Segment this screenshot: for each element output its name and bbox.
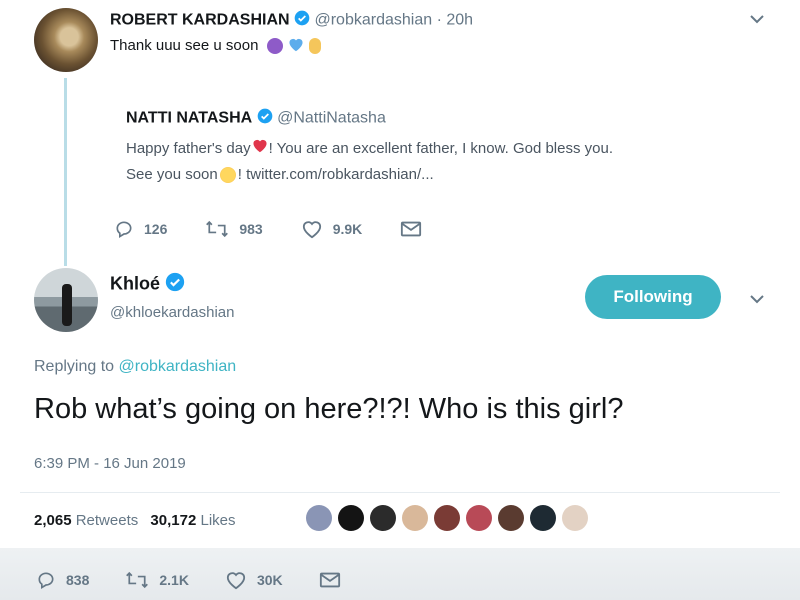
retweet-action[interactable]: 983 (205, 219, 263, 239)
smiling-face-emoji-icon (219, 167, 236, 184)
tweet-text-line2-b: ! twitter.com/robkardashian/... (237, 166, 434, 184)
message-action[interactable] (319, 570, 341, 590)
retweet-count: 983 (239, 221, 263, 237)
liker-avatar[interactable] (466, 505, 492, 531)
retweet-count: 2.1K (159, 572, 189, 588)
retweet-icon (126, 571, 149, 589)
envelope-icon (319, 572, 340, 588)
tweet-text-line1-a: Happy father's day (126, 140, 251, 157)
reply-icon (38, 572, 54, 589)
tweet-time[interactable]: · 20h (437, 12, 473, 29)
reply-icon (116, 221, 132, 238)
author-handle[interactable]: @NattiNatasha (277, 110, 386, 127)
replying-prefix: Replying to (34, 358, 115, 375)
liker-avatar[interactable] (498, 505, 524, 531)
reply-action[interactable]: 126 (114, 219, 167, 239)
message-action[interactable] (400, 219, 422, 239)
liker-avatar[interactable] (306, 505, 332, 531)
liker-avatar[interactable] (562, 505, 588, 531)
avatar-robert[interactable] (34, 8, 98, 72)
author-name[interactable]: ROBERT KARDASHIAN (110, 12, 290, 29)
retweet-action[interactable]: 2.1K (125, 570, 189, 590)
likes-label: Likes (200, 512, 236, 529)
quoted-tweet-author[interactable]: NATTI NATASHA @NattiNatasha (126, 108, 386, 129)
tweet-text-line1-b: ! You are an excellent father, I know. G… (268, 140, 614, 157)
liker-avatar[interactable] (370, 505, 396, 531)
replying-to-link[interactable]: @robkardashian (119, 358, 237, 375)
author-name[interactable]: Khloé (110, 273, 160, 293)
quoted-tweet-text: Happy father's day ! You are an excellent… (126, 136, 613, 188)
thread-line (64, 78, 67, 266)
divider (20, 492, 780, 493)
heart-icon (302, 221, 321, 239)
quoted-reply-author[interactable]: ROBERT KARDASHIAN @robkardashian · 20h (110, 10, 473, 31)
quoted-reply-text: Thank uuu see u soon (110, 36, 321, 56)
like-count: 9.9K (332, 221, 363, 237)
main-action-bar: 838 2.1K 30K (36, 570, 341, 590)
likes-stat[interactable]: 30,172 Likes (150, 512, 235, 529)
main-tweet-author[interactable]: Khloé (110, 272, 185, 297)
liker-avatar[interactable] (434, 505, 460, 531)
heart-icon (226, 572, 246, 590)
verified-icon (257, 108, 273, 129)
main-tweet-text: Rob what’s going on here?!?! Who is this… (34, 393, 624, 425)
retweets-stat[interactable]: 2,065 Retweets (34, 512, 142, 529)
liker-avatar[interactable] (338, 505, 364, 531)
reply-count: 126 (144, 221, 168, 237)
retweet-icon (206, 220, 229, 238)
like-action[interactable]: 30K (225, 570, 283, 590)
liker-avatar[interactable] (530, 505, 556, 531)
likes-count: 30,172 (150, 512, 197, 529)
avatar-khloe[interactable] (34, 268, 98, 332)
like-action[interactable]: 9.9K (301, 219, 363, 239)
reply-count: 838 (66, 572, 90, 588)
verified-icon (165, 272, 185, 297)
like-count: 30K (256, 572, 283, 588)
envelope-icon (401, 221, 422, 237)
replying-to: Replying to @robkardashian (34, 358, 236, 376)
main-author-handle[interactable]: @khloekardashian (110, 304, 234, 321)
author-handle[interactable]: @robkardashian (314, 12, 432, 29)
following-button[interactable]: Following (585, 275, 721, 319)
liker-avatar[interactable] (402, 505, 428, 531)
quoted-action-bar: 126 983 9.9K (114, 219, 422, 239)
tweet-text-line2-a: See you soon (126, 166, 218, 184)
ok-hand-emoji-icon (308, 38, 321, 54)
retweets-count: 2,065 (34, 512, 72, 529)
chevron-down-icon[interactable] (748, 292, 766, 310)
blue-heart-emoji-icon (287, 36, 305, 56)
avatar-figure (62, 284, 72, 326)
heart-emoji-icon (251, 136, 269, 162)
reply-text: Thank uuu see u soon (110, 36, 259, 54)
tweet-timestamp[interactable]: 6:39 PM - 16 Jun 2019 (34, 455, 186, 472)
liker-avatars (306, 505, 594, 531)
verified-icon (294, 10, 310, 31)
chevron-down-icon[interactable] (748, 12, 766, 30)
author-name[interactable]: NATTI NATASHA (126, 110, 252, 127)
engagement-stats: 2,065 Retweets 30,172 Likes (34, 512, 236, 529)
devil-emoji-icon (266, 38, 283, 54)
reply-action[interactable]: 838 (36, 570, 89, 590)
retweets-label: Retweets (75, 512, 139, 529)
